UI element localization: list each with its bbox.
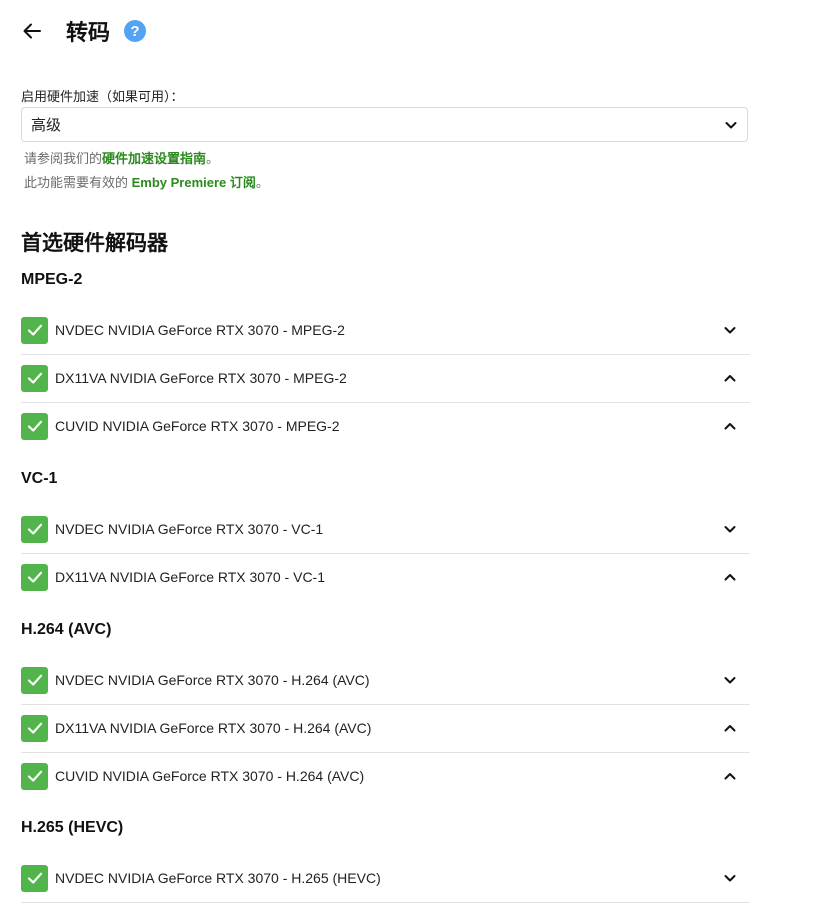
decoder-checkbox[interactable]	[21, 316, 48, 344]
decoder-checkbox[interactable]	[21, 864, 48, 892]
chevron-down-icon[interactable]	[722, 322, 738, 338]
section-title: 首选硬件解码器	[21, 232, 168, 255]
decoder-label: NVDEC NVIDIA GeForce RTX 3070 - H.265 (H…	[55, 870, 381, 886]
page-title: 转码	[66, 20, 111, 45]
checkmark-icon	[27, 571, 42, 583]
arrow-left-icon	[23, 23, 41, 39]
decoder-label: CUVID NVIDIA GeForce RTX 3070 - H.264 (A…	[55, 768, 365, 784]
checkmark-icon	[27, 722, 42, 734]
chevron-up-icon[interactable]	[722, 418, 738, 434]
decoder-label: DX11VA NVIDIA GeForce RTX 3070 - MPEG-2	[55, 370, 347, 386]
decoder-label: DX11VA NVIDIA GeForce RTX 3070 - H.264 (…	[55, 720, 372, 736]
chevron-down-icon[interactable]	[722, 870, 738, 886]
hint-premiere-suffix: 。	[255, 175, 269, 190]
decoder-row[interactable]: CUVID NVIDIA GeForce RTX 3070 - H.264 (A…	[21, 752, 750, 800]
decoder-label: NVDEC NVIDIA GeForce RTX 3070 - VC-1	[55, 521, 324, 537]
decoder-row[interactable]: NVDEC NVIDIA GeForce RTX 3070 - MPEG-2	[21, 306, 750, 355]
group-title: H.264 (AVC)	[21, 621, 112, 638]
decoder-row[interactable]: NVDEC NVIDIA GeForce RTX 3070 - H.264 (A…	[21, 656, 750, 705]
hint-premiere-prefix: 此功能需要有效的	[24, 175, 132, 190]
decoder-label: DX11VA NVIDIA GeForce RTX 3070 - VC-1	[55, 569, 325, 585]
checkmark-icon	[27, 674, 42, 686]
chevron-up-icon[interactable]	[722, 720, 738, 736]
checkmark-icon	[27, 420, 42, 432]
hint-guide-prefix: 请参阅我们的	[24, 151, 103, 166]
decoder-checkbox[interactable]	[21, 412, 48, 440]
help-icon[interactable]: ?	[124, 20, 147, 42]
decoder-row[interactable]: CUVID NVIDIA GeForce RTX 3070 - MPEG-2	[21, 402, 750, 450]
checkmark-icon	[27, 770, 42, 782]
checkmark-icon	[27, 872, 42, 884]
hint-premiere: 此功能需要有效的 Emby Premiere 订阅。	[24, 172, 269, 191]
checkmark-icon	[27, 372, 42, 384]
page-header: 转码 ?	[20, 14, 147, 48]
group-title: H.265 (HEVC)	[21, 819, 124, 836]
decoder-row[interactable]: DX11VA NVIDIA GeForce RTX 3070 - MPEG-2	[21, 354, 750, 403]
group-title: MPEG-2	[21, 271, 83, 288]
checkmark-icon	[27, 324, 42, 336]
hint-guide-suffix: 。	[206, 151, 220, 166]
back-button[interactable]	[20, 19, 44, 43]
chevron-up-icon[interactable]	[722, 768, 738, 784]
decoder-checkbox[interactable]	[21, 762, 48, 790]
decoder-checkbox[interactable]	[21, 515, 48, 543]
decoder-row[interactable]: NVDEC NVIDIA GeForce RTX 3070 - H.265 (H…	[21, 854, 750, 903]
decoder-checkbox[interactable]	[21, 666, 48, 694]
checkmark-icon	[27, 523, 42, 535]
hw-accel-label: 启用硬件加速（如果可用）：	[21, 89, 184, 104]
decoder-checkbox[interactable]	[21, 364, 48, 392]
group-title: VC-1	[21, 470, 58, 487]
premiere-link[interactable]: Emby Premiere 订阅	[132, 175, 256, 190]
decoder-label: CUVID NVIDIA GeForce RTX 3070 - MPEG-2	[55, 418, 340, 434]
decoder-checkbox[interactable]	[21, 714, 48, 742]
chevron-down-icon[interactable]	[722, 672, 738, 688]
hint-guide: 请参阅我们的硬件加速设置指南。	[24, 148, 219, 167]
decoder-label: NVDEC NVIDIA GeForce RTX 3070 - MPEG-2	[55, 322, 345, 338]
decoder-row[interactable]: DX11VA NVIDIA GeForce RTX 3070 - H.264 (…	[21, 704, 750, 753]
chevron-up-icon[interactable]	[722, 569, 738, 585]
decoder-label: NVDEC NVIDIA GeForce RTX 3070 - H.264 (A…	[55, 672, 370, 688]
decoder-row[interactable]: DX11VA NVIDIA GeForce RTX 3070 - VC-1	[21, 553, 750, 601]
hw-accel-selected-value: 高级	[31, 117, 62, 134]
decoder-checkbox[interactable]	[21, 563, 48, 591]
hw-guide-link[interactable]: 硬件加速设置指南	[102, 151, 206, 166]
chevron-up-icon[interactable]	[722, 370, 738, 386]
chevron-down-icon	[725, 121, 737, 128]
hw-accel-select[interactable]: 高级	[21, 107, 748, 142]
decoder-row[interactable]: NVDEC NVIDIA GeForce RTX 3070 - VC-1	[21, 505, 750, 554]
chevron-down-icon[interactable]	[722, 521, 738, 537]
